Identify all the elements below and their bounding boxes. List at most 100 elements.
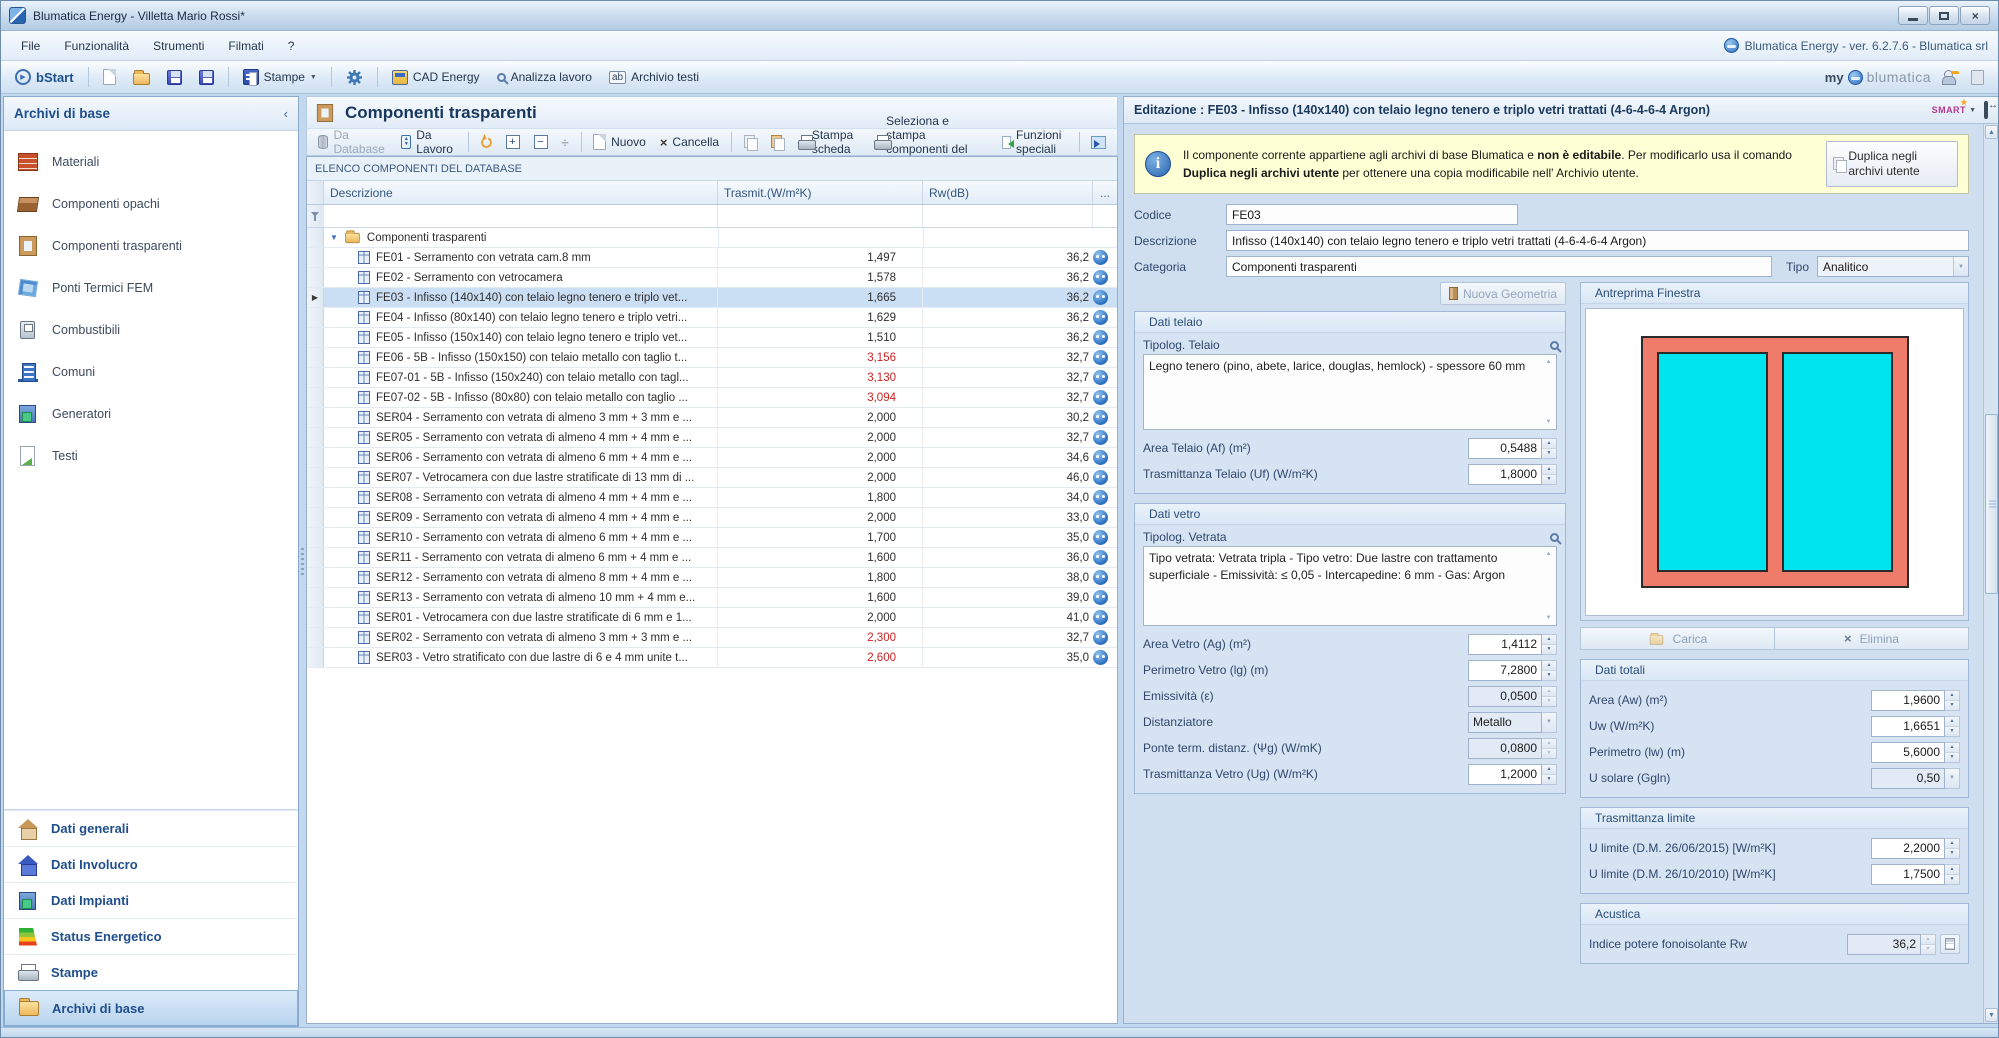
bstart-button[interactable]: bStart: [9, 66, 80, 88]
cad-energy-button[interactable]: CAD Energy: [386, 67, 486, 88]
field-input[interactable]: 0,50: [1871, 768, 1945, 789]
sidebar-item[interactable]: Componenti opachi: [4, 183, 298, 225]
spinner-control[interactable]: [1945, 742, 1960, 763]
codice-field[interactable]: FE03: [1226, 204, 1518, 225]
sidebar-item[interactable]: Combustibili: [4, 309, 298, 351]
smart-menu-button[interactable]: SMART: [1932, 105, 1976, 115]
table-row[interactable]: FE02 - Serramento con vetrocamera 1,578 …: [307, 268, 1117, 288]
copy-button[interactable]: [739, 133, 762, 151]
column-chooser-button[interactable]: ...: [1093, 181, 1117, 204]
table-row[interactable]: SER01 - Vetrocamera con due lastre strat…: [307, 608, 1117, 628]
collapse-all-button[interactable]: −: [529, 133, 553, 151]
filter-trasmittanza-cell[interactable]: [718, 205, 923, 227]
table-row[interactable]: FE04 - Infisso (80x140) con telaio legno…: [307, 308, 1117, 328]
table-row[interactable]: SER13 - Serramento con vetrata di almeno…: [307, 588, 1117, 608]
table-row[interactable]: SER05 - Serramento con vetrata di almeno…: [307, 428, 1117, 448]
tipolog-telaio-text[interactable]: Legno tenero (pino, abete, larice, dougl…: [1143, 354, 1557, 430]
license-button[interactable]: [1965, 67, 1990, 88]
table-row[interactable]: SER08 - Serramento con vetrata di almeno…: [307, 488, 1117, 508]
field-input[interactable]: 1,7500: [1871, 864, 1945, 885]
field-input[interactable]: 1,4112: [1468, 634, 1542, 655]
field-input[interactable]: 0,5488: [1468, 438, 1542, 459]
paste-button[interactable]: [766, 133, 789, 151]
menu-item[interactable]: Funzionalità: [54, 35, 139, 57]
spinner-control[interactable]: [1945, 838, 1960, 859]
table-row[interactable]: FE06 - 5B - Infisso (150x150) con telaio…: [307, 348, 1117, 368]
table-row[interactable]: FE07-02 - 5B - Infisso (80x80) con telai…: [307, 388, 1117, 408]
analizza-lavoro-button[interactable]: Analizza lavoro: [491, 67, 598, 87]
table-row[interactable]: SER03 - Vetro stratificato con due lastr…: [307, 648, 1117, 668]
field-input[interactable]: 1,8000: [1468, 464, 1542, 485]
export-button[interactable]: [1086, 134, 1111, 151]
table-row[interactable]: FE01 - Serramento con vetrata cam.8 mm 1…: [307, 248, 1117, 268]
table-row[interactable]: SER11 - Serramento con vetrata di almeno…: [307, 548, 1117, 568]
field-input[interactable]: 7,2800: [1468, 660, 1542, 681]
nav-item[interactable]: Dati generali: [4, 810, 298, 846]
nav-item[interactable]: Status Energetico: [4, 918, 298, 954]
editor-scrollbar[interactable]: [1983, 124, 1998, 1023]
table-row[interactable]: SER06 - Serramento con vetrata di almeno…: [307, 448, 1117, 468]
menu-item[interactable]: Filmati: [218, 35, 273, 57]
vetrata-search-icon[interactable]: [1550, 533, 1559, 542]
nav-item[interactable]: Archivi di base: [4, 990, 298, 1026]
sidebar-item[interactable]: Comuni: [4, 351, 298, 393]
panel-width-button[interactable]: [1984, 103, 1988, 117]
filter-rw-cell[interactable]: [923, 205, 1093, 227]
field-input[interactable]: 2,2000: [1871, 838, 1945, 859]
field-input[interactable]: 1,9600: [1871, 690, 1945, 711]
dropdown-icon[interactable]: [1953, 257, 1968, 276]
tipo-select[interactable]: Analitico: [1817, 256, 1969, 277]
new-file-button[interactable]: [97, 66, 122, 88]
spinner-control[interactable]: [1542, 764, 1557, 785]
stampa-scheda-button[interactable]: Stampa scheda: [793, 126, 865, 158]
nuovo-button[interactable]: Nuovo: [588, 132, 651, 152]
tipolog-vetrata-text[interactable]: Tipo vetrata: Vetrata tripla - Tipo vetr…: [1143, 546, 1557, 626]
column-rw[interactable]: Rw(dB): [923, 181, 1093, 204]
funzioni-speciali-button[interactable]: Funzioni speciali: [997, 126, 1071, 158]
table-row[interactable]: FE05 - Infisso (150x140) con telaio legn…: [307, 328, 1117, 348]
sidebar-item[interactable]: Materiali: [4, 141, 298, 183]
field-input[interactable]: 0,0800: [1468, 738, 1542, 759]
stampe-button[interactable]: Stampe: [237, 66, 323, 88]
spinner-control[interactable]: [1542, 634, 1557, 655]
column-trasmittanza[interactable]: Trasmit.(W/m²K): [718, 181, 923, 204]
sidebar-item[interactable]: Componenti trasparenti: [4, 225, 298, 267]
spinner-control[interactable]: [1945, 716, 1960, 737]
nuova-geometria-button[interactable]: Nuova Geometria: [1440, 282, 1566, 305]
spinner-control[interactable]: [1542, 686, 1557, 707]
spinner-control[interactable]: [1945, 690, 1960, 711]
chevron-down-icon[interactable]: [330, 233, 338, 242]
expand-all-button[interactable]: +: [501, 133, 525, 151]
tree-group-row[interactable]: Componenti trasparenti: [307, 228, 1117, 248]
collapse-sidebar-button[interactable]: ‹: [284, 106, 288, 121]
refresh-button[interactable]: [476, 135, 497, 150]
textarea-scrollbar[interactable]: [1542, 356, 1555, 428]
field-input[interactable]: 0,0500: [1468, 686, 1542, 707]
calculator-button[interactable]: [1940, 934, 1960, 954]
sidebar-item[interactable]: Generatori: [4, 393, 298, 435]
field-input[interactable]: 5,6000: [1871, 742, 1945, 763]
filter-row[interactable]: [307, 205, 1117, 228]
field-input[interactable]: Metallo: [1468, 712, 1542, 733]
table-row[interactable]: SER04 - Serramento con vetrata di almeno…: [307, 408, 1117, 428]
table-row[interactable]: FE03 - Infisso (140x140) con telaio legn…: [307, 288, 1117, 308]
cancella-button[interactable]: Cancella: [655, 133, 724, 152]
duplica-archivi-utente-button[interactable]: Duplica negli archivi utente: [1826, 141, 1958, 187]
table-row[interactable]: SER12 - Serramento con vetrata di almeno…: [307, 568, 1117, 588]
sidebar-item[interactable]: Ponti Termici FEM: [4, 267, 298, 309]
save-button[interactable]: [161, 67, 188, 88]
textarea-scrollbar[interactable]: [1542, 548, 1555, 624]
da-database-button[interactable]: Da Database: [313, 126, 392, 158]
field-input[interactable]: 1,2000: [1468, 764, 1542, 785]
nav-item[interactable]: Dati Involucro: [4, 846, 298, 882]
dropdown-icon[interactable]: [1945, 768, 1960, 789]
save-as-button[interactable]: [193, 67, 220, 88]
user-account-button[interactable]: [1935, 67, 1961, 88]
table-row[interactable]: FE07-01 - 5B - Infisso (150x240) con tel…: [307, 368, 1117, 388]
nav-item[interactable]: Stampe: [4, 954, 298, 990]
spinner-control[interactable]: [1542, 438, 1557, 459]
table-row[interactable]: SER10 - Serramento con vetrata di almeno…: [307, 528, 1117, 548]
field-input[interactable]: 36,2: [1847, 934, 1921, 955]
scrollbar-thumb[interactable]: [1985, 414, 1998, 594]
fit-columns-button[interactable]: [557, 133, 574, 152]
